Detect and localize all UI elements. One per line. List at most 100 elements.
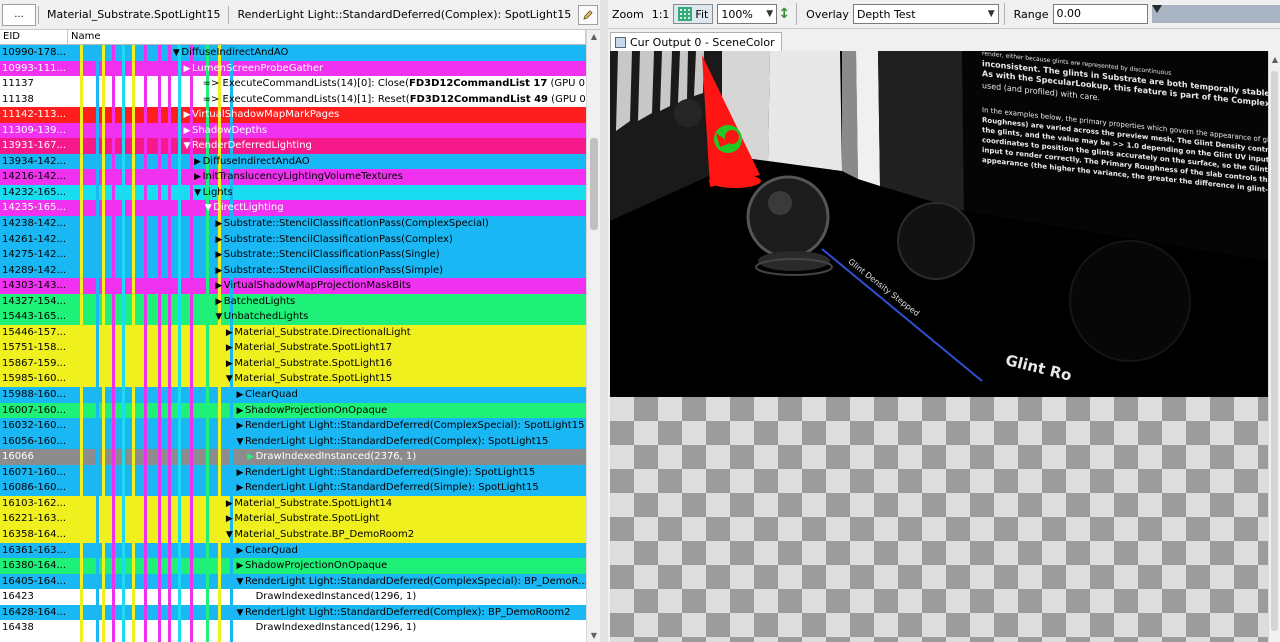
event-row[interactable]: 16221-163... ▶ Material_Substrate.SpotLigh… [0,511,586,527]
event-row[interactable]: 13931-167... ▼ RenderDeferredLighting [0,138,586,154]
event-row[interactable]: 16007-160... ▶ ShadowProjectionOnOpaque [0,402,586,419]
expand-arrow-icon[interactable]: ▶ [214,279,224,294]
collapse-arrow-icon[interactable]: ▼ [182,139,192,154]
event-row[interactable]: 11137 => ExecuteCommandLists(14)[0]: Clos… [0,76,586,92]
scroll-up-icon[interactable]: ▲ [589,32,599,41]
event-row[interactable]: 14289-142... ▶ Substrate::StencilClassific… [0,262,586,279]
event-row[interactable]: 16361-163... ▶ ClearQuad [0,542,586,559]
expand-arrow-icon[interactable]: ▶ [235,559,245,574]
collapse-arrow-icon[interactable]: ▼ [224,528,234,543]
viewport-scrollbar[interactable]: ▲ [1268,51,1280,642]
collapse-arrow-icon[interactable]: ▼ [193,186,203,201]
event-row[interactable]: 15443-165... ▼ UnbatchedLights [0,309,586,325]
range-marker-icon[interactable] [1152,5,1163,13]
collapse-arrow-icon[interactable]: ▼ [235,435,245,450]
event-row[interactable]: 16358-164... ▼ Material_Substrate.BP_DemoR… [0,526,586,543]
flip-y-icon[interactable]: ↕ [777,6,791,22]
scrollbar-thumb[interactable] [590,138,598,230]
expand-arrow-icon[interactable]: ▶ [193,170,203,185]
event-row[interactable]: 16066 ▶ DrawIndexedInstanced(2376, 1) [0,449,586,465]
expand-arrow-icon[interactable]: ▶ [235,404,245,419]
pane-splitter[interactable] [600,0,608,642]
expand-arrow-icon[interactable]: ▶ [224,512,234,527]
collapse-arrow-icon[interactable]: ▼ [235,575,245,590]
event-row[interactable]: 16405-164... ▼ RenderLight Light::Standard… [0,573,586,590]
event-list-scrollbar[interactable]: ▲ ▼ [586,30,600,642]
event-row[interactable]: 16103-162... ▶ Material_Substrate.SpotLigh… [0,495,586,512]
collapse-arrow-icon[interactable]: ▼ [224,372,234,387]
expand-arrow-icon[interactable]: ▶ [235,481,245,496]
collapse-arrow-icon[interactable]: ▼ [214,310,224,325]
expand-arrow-icon[interactable]: ▶ [235,544,245,559]
expand-arrow-icon[interactable]: ▶ [214,295,224,310]
event-row[interactable]: 14275-142... ▶ Substrate::StencilClassific… [0,247,586,263]
event-row[interactable]: 11142-113... ▶ VirtualShadowMapMarkPages [0,107,586,123]
event-row[interactable]: 15867-159... ▶ Material_Substrate.SpotLigh… [0,355,586,372]
breadcrumb-overflow-button[interactable]: ... [2,3,36,26]
event-row[interactable]: 16423 DrawIndexedInstanced(1296, 1) [0,589,586,605]
zoom-combo[interactable]: 100% ▼ [717,4,778,24]
event-row[interactable]: 14216-142... ▶ InitTranslucencyLightingVol… [0,169,586,185]
breadcrumb-item[interactable]: Material_Substrate.SpotLight15 [41,8,226,21]
scroll-down-icon[interactable]: ▼ [589,631,599,640]
event-row[interactable]: 15988-160... ▶ ClearQuad [0,387,586,403]
event-row[interactable]: 15446-157... ▶ Material_Substrate.Directio… [0,324,586,341]
event-row[interactable]: 14235-165... ▼ DirectLighting [0,200,586,217]
event-row[interactable]: 14238-142... ▶ Substrate::StencilClassific… [0,216,586,232]
event-row[interactable]: 16438 DrawIndexedInstanced(1296, 1) [0,620,586,636]
expand-arrow-icon[interactable]: ▶ [214,217,224,232]
range-histogram[interactable] [1152,5,1280,23]
event-id: 14261-142... [2,233,67,245]
overlay-combo[interactable]: Depth Test ▼ [852,4,999,24]
range-min-input[interactable]: 0.00 [1052,4,1149,24]
pencil-icon[interactable] [578,4,598,25]
event-row[interactable]: 10990-178... ▼ DiffuseIndirectAndAO [0,45,586,61]
event-row[interactable]: 11138 => ExecuteCommandLists(14)[1]: Rese… [0,91,586,108]
expand-arrow-icon[interactable]: ▶ [235,388,245,403]
collapse-arrow-icon[interactable]: ▼ [171,46,181,61]
collapse-arrow-icon[interactable]: ▼ [203,201,213,216]
column-header-eid[interactable]: EID [0,30,68,44]
fit-button[interactable]: Fit [673,4,714,24]
event-row[interactable]: 13934-142... ▶ DiffuseIndirectAndAO [0,153,586,170]
expand-arrow-icon[interactable]: ▶ [224,326,234,341]
event-row[interactable]: 16032-160... ▶ RenderLight Light::Standard… [0,418,586,434]
expand-arrow-icon[interactable]: ▶ [235,419,245,434]
expand-arrow-icon[interactable]: ▶ [224,357,234,372]
texture-viewport[interactable]: Glint Density Stepped Glint Ro render, e… [610,51,1268,642]
expand-arrow-icon[interactable]: ▶ [235,466,245,481]
event-row[interactable]: 14327-154... ▶ BatchedLights [0,293,586,310]
scrollbar-thumb[interactable] [1271,71,1278,631]
event-row[interactable]: 16380-164... ▶ ShadowProjectionOnOpaque [0,558,586,574]
expand-arrow-icon[interactable]: ▶ [193,155,203,170]
expand-arrow-icon[interactable]: ▶ [214,248,224,263]
expand-arrow-icon[interactable]: ▶ [182,62,192,77]
event-row[interactable]: 10993-111... ▶ LumenScreenProbeGather [0,60,586,77]
event-row[interactable]: 15751-158... ▶ Material_Substrate.SpotLigh… [0,340,586,356]
event-row[interactable]: 14261-142... ▶ Substrate::StencilClassific… [0,231,586,248]
expand-arrow-icon[interactable]: ▶ [214,264,224,279]
expand-arrow-icon[interactable]: ▶ [224,497,234,512]
column-header-name[interactable]: Name [68,30,586,44]
event-row[interactable]: 16428-164... ▼ RenderLight Light::Standard… [0,604,586,621]
zoom-one-to-one-button[interactable]: 1:1 [648,8,674,21]
event-row[interactable]: 15985-160... ▼ Material_Substrate.SpotLigh… [0,371,586,388]
event-row[interactable]: 11309-139... ▶ ShadowDepths [0,122,586,139]
event-row[interactable]: 16056-160... ▼ RenderLight Light::Standard… [0,433,586,450]
event-row[interactable]: 14303-143... ▶ VirtualShadowMapProjectionM… [0,278,586,294]
scroll-up-icon[interactable]: ▲ [1270,55,1280,64]
range-label: Range [1013,7,1049,21]
event-name: ShadowProjectionOnOpaque [245,560,388,572]
expand-arrow-icon[interactable]: ▶ [214,233,224,248]
breadcrumb-item[interactable]: RenderLight Light::StandardDeferred(Comp… [231,8,577,21]
collapse-arrow-icon[interactable]: ▼ [235,606,245,621]
event-row[interactable]: 14232-165... ▼ Lights [0,184,586,201]
expand-arrow-icon[interactable]: ▶ [182,124,192,139]
event-name-tail: (GPU 0) (Bak [550,78,586,90]
tab-cur-output[interactable]: Cur Output 0 - SceneColor [610,32,782,51]
event-row[interactable]: 16086-160... ▶ RenderLight Light::Standard… [0,480,586,496]
expand-arrow-icon[interactable]: ▶ [224,341,234,356]
expand-arrow-icon[interactable]: ▶ [182,108,192,123]
event-row[interactable]: 16071-160... ▶ RenderLight Light::Standard… [0,464,586,481]
event-name-cell: ▶ RenderLight Light::StandardDeferred(Sim… [68,480,586,496]
